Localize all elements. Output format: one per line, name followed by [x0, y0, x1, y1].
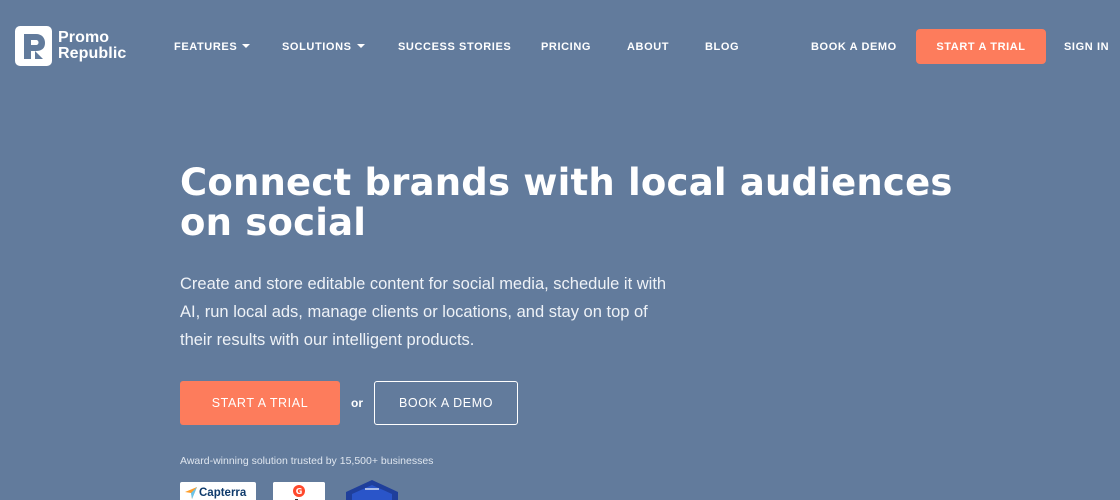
hero-title-line-2: on social	[180, 201, 367, 244]
nav-solutions[interactable]: SOLUTIONS	[282, 40, 365, 54]
nav-features[interactable]: FEATURES	[174, 40, 251, 54]
hero-subtitle: Create and store editable content for so…	[180, 275, 667, 349]
hero-title-line-1: Connect brands with local audiences	[180, 161, 953, 204]
nav-solutions-label: SOLUTIONS	[282, 41, 352, 53]
or-separator: or	[351, 396, 363, 410]
hero-title: Connect brands with local audiences on s…	[180, 163, 980, 243]
svg-text:G: G	[296, 487, 303, 496]
capterra-badge[interactable]: Capterra	[180, 482, 256, 500]
capterra-arrow-icon	[185, 487, 197, 499]
nav-sign-in[interactable]: SIGN IN	[1064, 40, 1109, 54]
site-header: Promo Republic FEATURES SOLUTIONS SUCCES…	[0, 0, 1120, 92]
award-badge[interactable]	[340, 480, 404, 500]
award-shield-icon	[346, 480, 398, 500]
promorepublic-logo[interactable]: Promo Republic	[15, 26, 126, 66]
nav-success-stories[interactable]: SUCCESS STORIES	[398, 40, 511, 54]
trust-text: Award-winning solution trusted by 15,500…	[180, 455, 434, 467]
hero-book-demo-button[interactable]: BOOK A DEMO	[374, 381, 518, 425]
promorepublic-logo-icon	[15, 26, 52, 66]
logo-line-2: Republic	[58, 45, 127, 62]
caret-down-icon	[242, 44, 251, 48]
logo-wordmark: Promo Republic	[58, 30, 126, 62]
logo-line-1: Promo	[58, 29, 110, 46]
hero-start-trial-button[interactable]: START A TRIAL	[180, 381, 340, 425]
nav-blog[interactable]: BLOG	[705, 40, 739, 54]
header-start-trial-button[interactable]: START A TRIAL	[916, 29, 1046, 64]
g2-logo-icon: G	[273, 482, 325, 500]
nav-features-label: FEATURES	[174, 41, 238, 53]
nav-pricing[interactable]: PRICING	[541, 40, 591, 54]
nav-about[interactable]: ABOUT	[627, 40, 669, 54]
nav-book-demo[interactable]: BOOK A DEMO	[811, 40, 897, 54]
capterra-badge-label: Capterra	[199, 487, 247, 499]
caret-down-icon	[356, 44, 365, 48]
g2-badge[interactable]: G	[273, 482, 325, 500]
